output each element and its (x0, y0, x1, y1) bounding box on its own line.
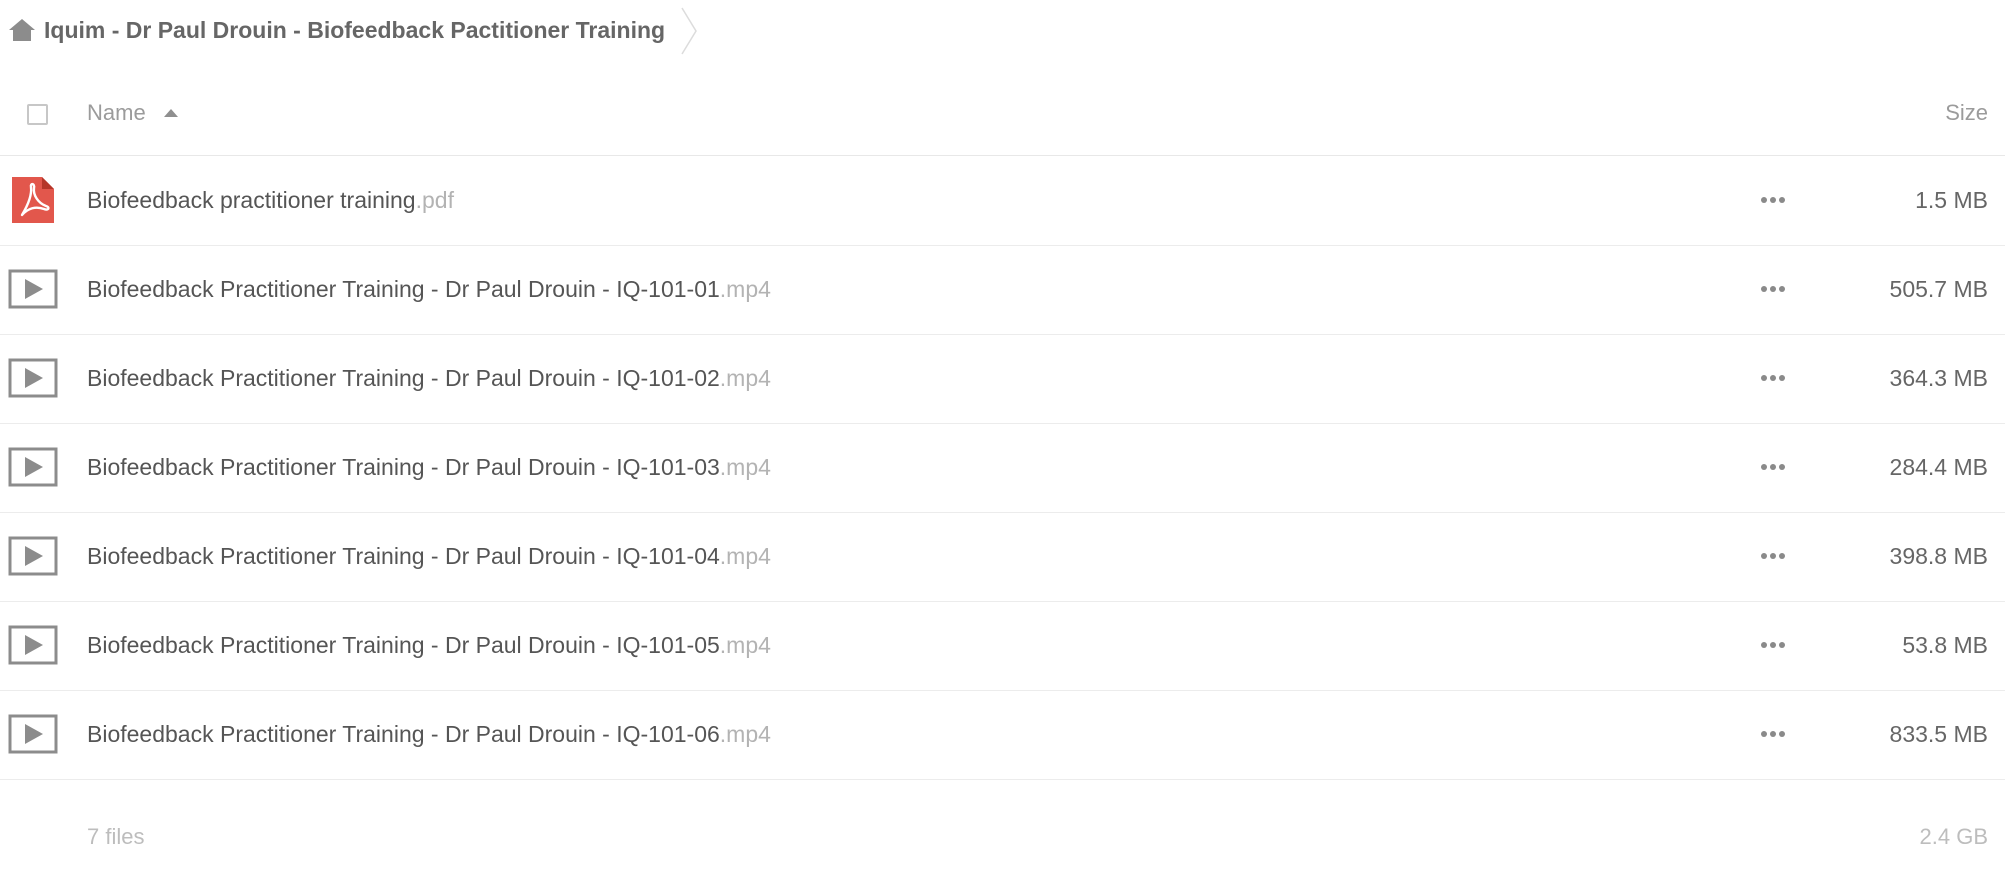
sort-ascending-icon (163, 109, 178, 117)
file-extension: .mp4 (719, 543, 771, 569)
file-size: 398.8 MB (1889, 543, 1988, 569)
file-size: 505.7 MB (1889, 276, 1988, 302)
file-extension: .mp4 (719, 632, 771, 658)
file-row[interactable]: Biofeedback practitioner training.pdf 1.… (0, 157, 2005, 246)
file-extension: .pdf (415, 187, 454, 213)
file-name[interactable]: Biofeedback Practitioner Training - Dr P… (87, 276, 771, 303)
file-row[interactable]: Biofeedback Practitioner Training - Dr P… (0, 424, 2005, 513)
file-extension: .mp4 (719, 454, 771, 480)
more-options-icon[interactable] (1760, 721, 1786, 747)
total-size: 2.4 GB (1919, 824, 1988, 849)
file-basename: Biofeedback Practitioner Training - Dr P… (87, 276, 720, 302)
breadcrumb-folder[interactable]: Iquim - Dr Paul Drouin - Biofeedback Pac… (44, 17, 665, 44)
video-file-icon (8, 353, 58, 403)
file-basename: Biofeedback practitioner training (87, 187, 416, 213)
video-file-icon (8, 264, 58, 314)
file-size: 53.8 MB (1902, 632, 1988, 658)
file-count: 7 files (87, 824, 145, 849)
more-options-icon[interactable] (1760, 187, 1786, 213)
file-extension: .mp4 (719, 365, 771, 391)
pdf-file-icon (8, 175, 58, 225)
file-basename: Biofeedback Practitioner Training - Dr P… (87, 632, 720, 658)
file-extension: .mp4 (719, 721, 771, 747)
file-name[interactable]: Biofeedback Practitioner Training - Dr P… (87, 454, 771, 481)
video-file-icon (8, 709, 58, 759)
file-size: 364.3 MB (1889, 365, 1988, 391)
breadcrumb: Iquim - Dr Paul Drouin - Biofeedback Pac… (0, 0, 2005, 62)
file-name[interactable]: Biofeedback Practitioner Training - Dr P… (87, 721, 771, 748)
file-name[interactable]: Biofeedback Practitioner Training - Dr P… (87, 543, 771, 570)
home-icon[interactable] (8, 18, 36, 42)
file-name[interactable]: Biofeedback Practitioner Training - Dr P… (87, 632, 771, 659)
file-extension: .mp4 (719, 276, 771, 302)
column-header-size[interactable]: Size (1945, 100, 1988, 126)
more-options-icon[interactable] (1760, 276, 1786, 302)
file-row[interactable]: Biofeedback Practitioner Training - Dr P… (0, 602, 2005, 691)
more-options-icon[interactable] (1760, 454, 1786, 480)
file-basename: Biofeedback Practitioner Training - Dr P… (87, 721, 720, 747)
more-options-icon[interactable] (1760, 632, 1786, 658)
file-row[interactable]: Biofeedback Practitioner Training - Dr P… (0, 335, 2005, 424)
file-basename: Biofeedback Practitioner Training - Dr P… (87, 365, 720, 391)
file-row[interactable]: Biofeedback Practitioner Training - Dr P… (0, 246, 2005, 335)
file-basename: Biofeedback Practitioner Training - Dr P… (87, 543, 720, 569)
file-name[interactable]: Biofeedback Practitioner Training - Dr P… (87, 365, 771, 392)
video-file-icon (8, 442, 58, 492)
select-all-checkbox[interactable] (27, 104, 48, 125)
video-file-icon (8, 531, 58, 581)
table-header: Name Size (0, 78, 2005, 156)
file-row[interactable]: Biofeedback Practitioner Training - Dr P… (0, 691, 2005, 780)
more-options-icon[interactable] (1760, 365, 1786, 391)
file-size: 284.4 MB (1889, 454, 1988, 480)
file-basename: Biofeedback Practitioner Training - Dr P… (87, 454, 720, 480)
video-file-icon (8, 620, 58, 670)
file-size: 1.5 MB (1915, 187, 1988, 213)
file-row[interactable]: Biofeedback Practitioner Training - Dr P… (0, 513, 2005, 602)
column-header-name-label: Name (87, 100, 146, 125)
more-options-icon[interactable] (1760, 543, 1786, 569)
file-size: 833.5 MB (1889, 721, 1988, 747)
file-name[interactable]: Biofeedback practitioner training.pdf (87, 187, 454, 214)
summary-row: 7 files 2.4 GB (0, 810, 2005, 860)
breadcrumb-separator-icon (680, 6, 700, 56)
column-header-name[interactable]: Name (87, 100, 178, 126)
